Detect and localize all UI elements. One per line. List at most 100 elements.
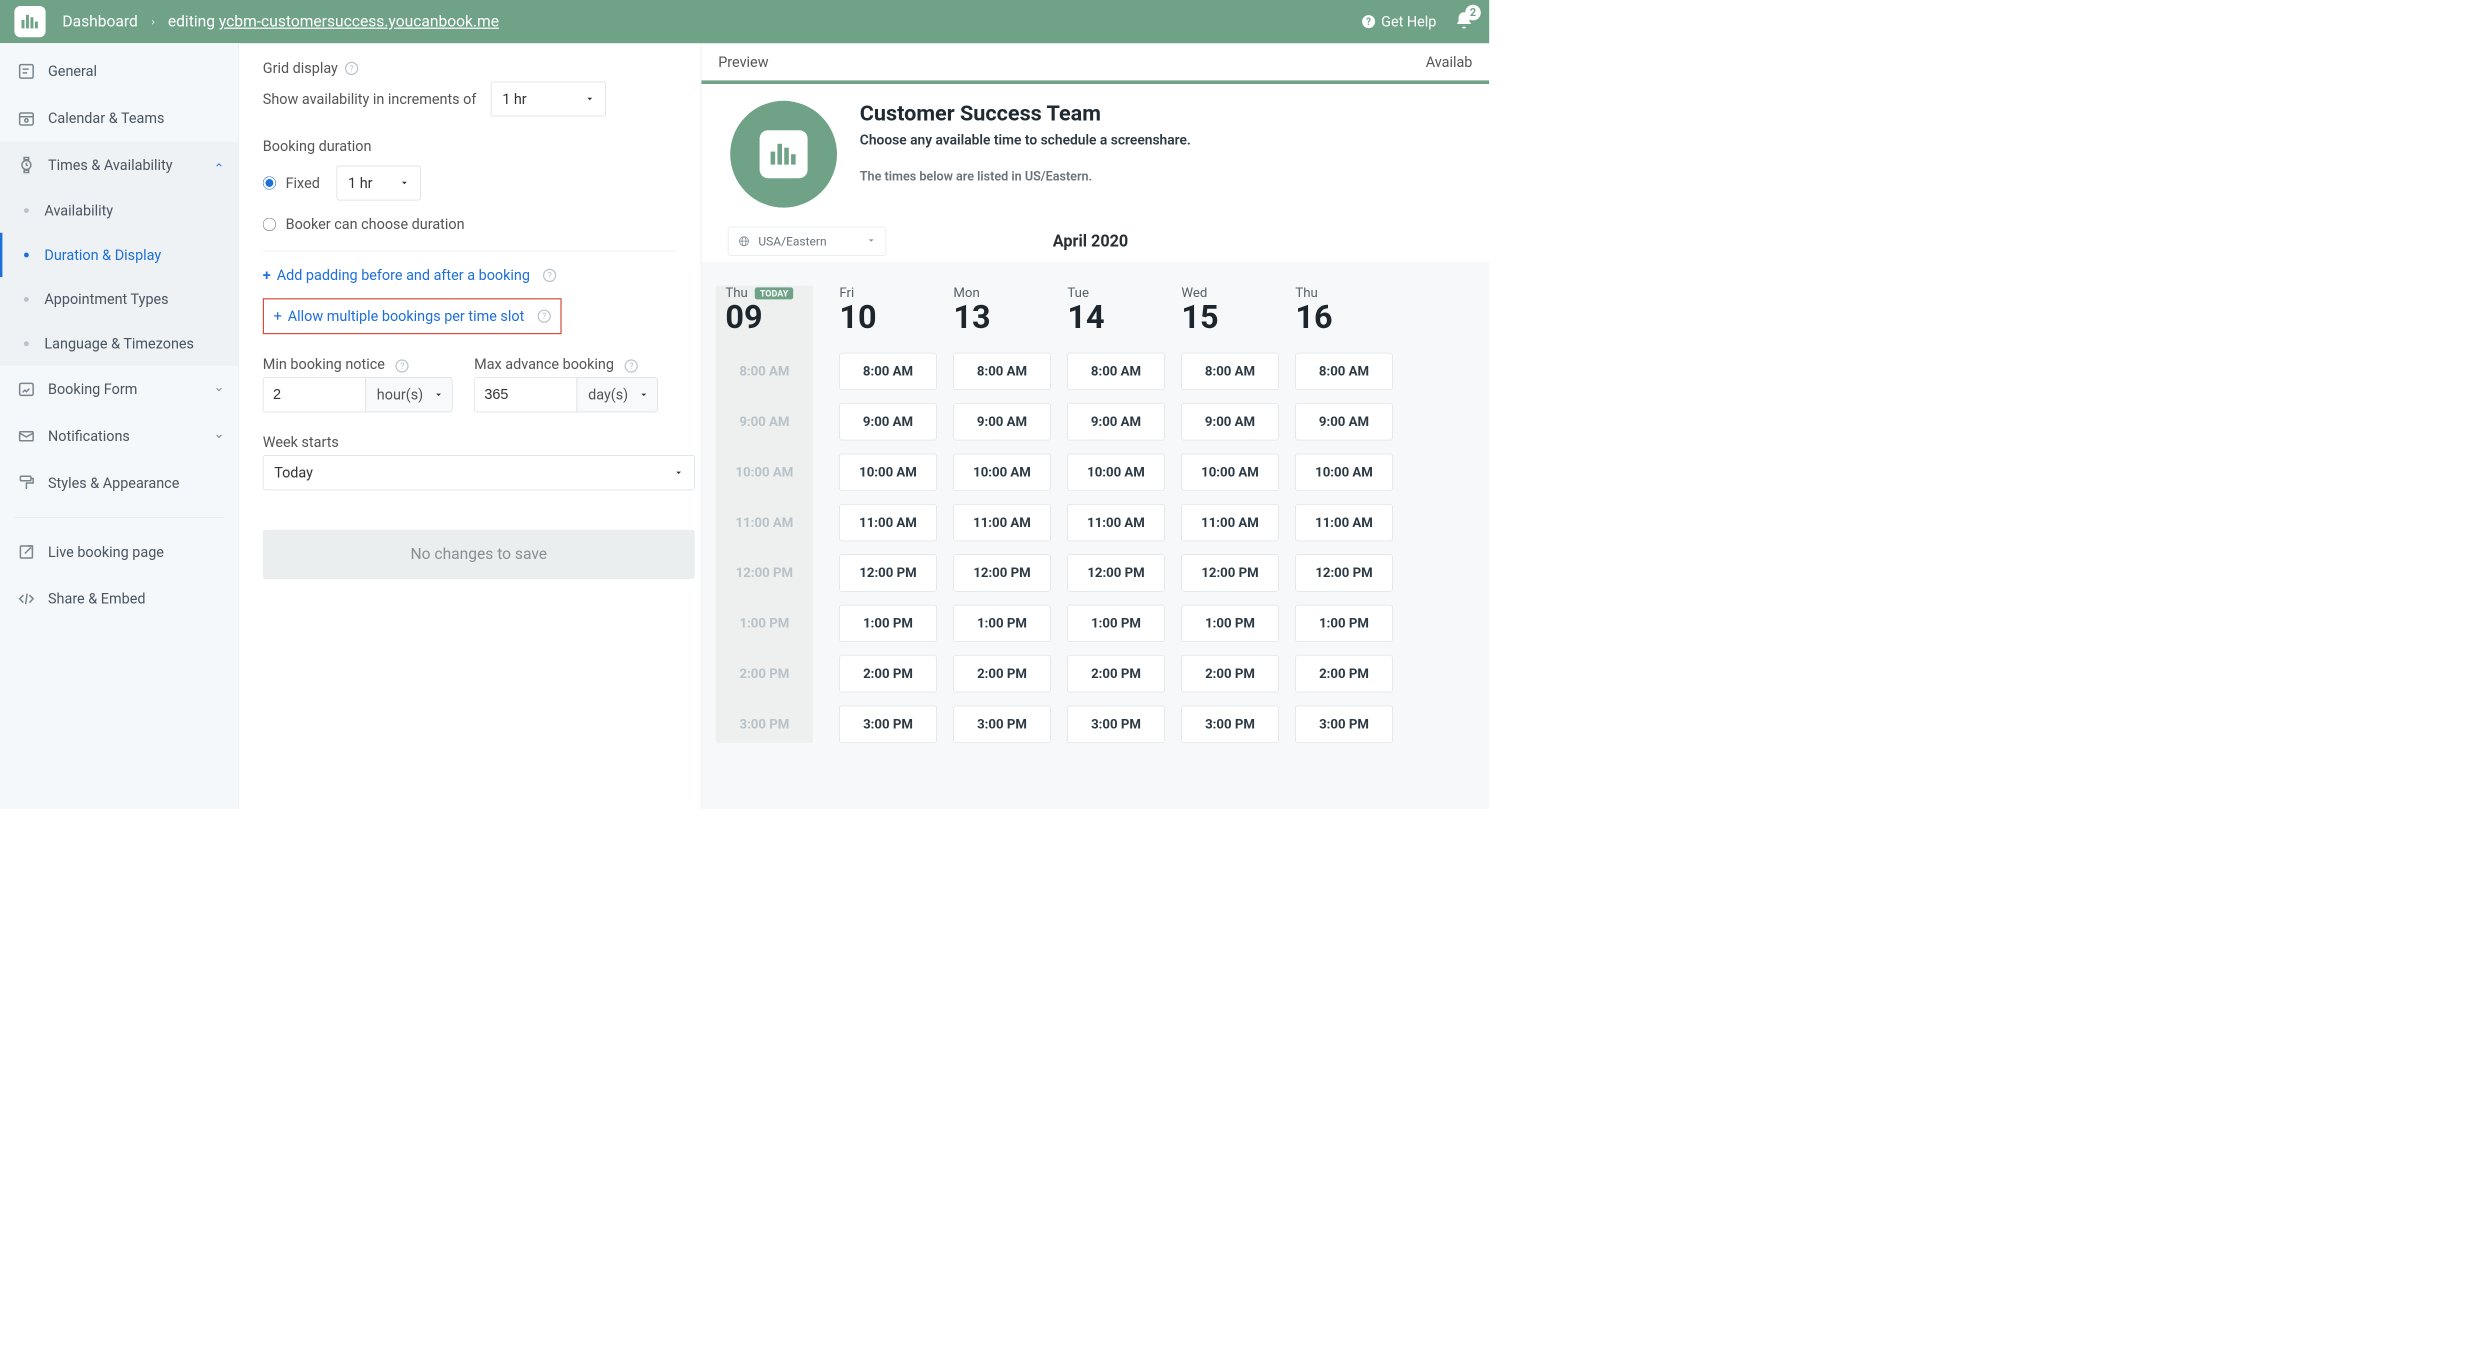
caret-down-icon	[639, 386, 649, 403]
time-slot[interactable]: 10:00 AM	[1067, 454, 1164, 491]
caret-down-icon	[434, 386, 444, 403]
today-badge: TODAY	[755, 287, 793, 299]
time-slot: 3:00 PM	[723, 706, 806, 743]
time-slot[interactable]: 2:00 PM	[1181, 655, 1278, 692]
breadcrumb-dashboard[interactable]: Dashboard	[62, 13, 137, 31]
get-help-link[interactable]: ? Get Help	[1361, 13, 1437, 30]
time-slot[interactable]: 11:00 AM	[839, 504, 936, 541]
sidebar-item-times-availability[interactable]: Times & Availability	[0, 142, 238, 189]
week-starts-label: Week starts	[263, 434, 677, 451]
time-slot[interactable]: 11:00 AM	[1295, 504, 1392, 541]
time-slot[interactable]: 9:00 AM	[1295, 403, 1392, 440]
timezone-select[interactable]: USA/Eastern	[728, 227, 886, 256]
max-advance-unit-select[interactable]: day(s)	[577, 378, 657, 412]
paintroller-icon	[14, 474, 38, 492]
add-padding-link[interactable]: + Add padding before and after a booking…	[263, 267, 677, 284]
preview-subtitle: Choose any available time to schedule a …	[860, 132, 1191, 148]
sidebar-sub-appointment-types[interactable]: Appointment Types	[0, 277, 238, 321]
booking-duration-heading: Booking duration	[263, 138, 677, 155]
time-slot[interactable]: 1:00 PM	[839, 605, 936, 642]
sidebar-item-styles-appearance[interactable]: Styles & Appearance	[0, 460, 238, 507]
sidebar-sub-availability[interactable]: Availability	[0, 188, 238, 232]
time-slot[interactable]: 2:00 PM	[839, 655, 936, 692]
time-slot[interactable]: 8:00 AM	[839, 353, 936, 390]
allow-multiple-bookings-link[interactable]: + Allow multiple bookings per time slot …	[263, 298, 562, 334]
help-circle-icon[interactable]: ?	[625, 359, 638, 372]
time-slot: 8:00 AM	[723, 353, 806, 390]
time-slot[interactable]: 12:00 PM	[1295, 554, 1392, 591]
sidebar-item-notifications[interactable]: Notifications	[0, 413, 238, 460]
sidebar-sub-language-timezones[interactable]: Language & Timezones	[0, 322, 238, 366]
time-slot[interactable]: 2:00 PM	[1295, 655, 1392, 692]
time-slot[interactable]: 11:00 AM	[953, 504, 1050, 541]
time-slot[interactable]: 2:00 PM	[953, 655, 1050, 692]
time-slot[interactable]: 12:00 PM	[839, 554, 936, 591]
help-circle-icon[interactable]: ?	[396, 359, 409, 372]
time-slot[interactable]: 10:00 AM	[1295, 454, 1392, 491]
booker-choose-radio[interactable]: Booker can choose duration	[263, 216, 677, 233]
min-notice-input[interactable]	[263, 378, 365, 412]
booking-url-link[interactable]: ycbm-customersuccess.youcanbook.me	[219, 13, 499, 31]
fixed-duration-radio[interactable]: Fixed 1 hr	[263, 166, 677, 201]
sidebar-item-booking-form[interactable]: Booking Form	[0, 366, 238, 413]
help-circle-icon[interactable]: ?	[345, 62, 358, 75]
time-slot[interactable]: 1:00 PM	[953, 605, 1050, 642]
time-slot: 10:00 AM	[723, 454, 806, 491]
time-slot[interactable]: 10:00 AM	[839, 454, 936, 491]
sidebar-item-live-page[interactable]: Live booking page	[0, 529, 238, 576]
month-label: April 2020	[886, 232, 1295, 251]
time-slot[interactable]: 8:00 AM	[1067, 353, 1164, 390]
time-slot[interactable]: 3:00 PM	[1181, 706, 1278, 743]
time-slot[interactable]: 2:00 PM	[1067, 655, 1164, 692]
time-slot[interactable]: 12:00 PM	[953, 554, 1050, 591]
watch-icon	[14, 156, 38, 174]
sidebar-item-calendar-teams[interactable]: Calendar & Teams	[0, 95, 238, 142]
time-slot[interactable]: 11:00 AM	[1067, 504, 1164, 541]
time-slot[interactable]: 9:00 AM	[1181, 403, 1278, 440]
sidebar-item-general[interactable]: General	[0, 48, 238, 95]
help-circle-icon: ?	[1361, 14, 1377, 30]
time-slot[interactable]: 9:00 AM	[1067, 403, 1164, 440]
time-slot[interactable]: 1:00 PM	[1295, 605, 1392, 642]
app-logo[interactable]	[14, 6, 45, 37]
time-slot[interactable]: 3:00 PM	[1067, 706, 1164, 743]
time-slot[interactable]: 8:00 AM	[1181, 353, 1278, 390]
time-slot: 9:00 AM	[723, 403, 806, 440]
fixed-duration-select[interactable]: 1 hr	[337, 166, 421, 201]
time-slot[interactable]: 10:00 AM	[953, 454, 1050, 491]
time-slot[interactable]: 9:00 AM	[953, 403, 1050, 440]
time-slot[interactable]: 3:00 PM	[839, 706, 936, 743]
increments-label: Show availability in increments of	[263, 91, 477, 108]
help-circle-icon[interactable]: ?	[537, 310, 550, 323]
caret-down-icon	[400, 175, 410, 192]
preview-timezone-note: The times below are listed in US/Eastern…	[860, 170, 1191, 184]
max-advance-input[interactable]	[475, 378, 577, 412]
sidebar-label: Duration & Display	[44, 247, 161, 264]
time-slot[interactable]: 9:00 AM	[839, 403, 936, 440]
caret-down-icon	[866, 234, 876, 248]
increments-select[interactable]: 1 hr	[491, 82, 606, 117]
time-slot[interactable]: 3:00 PM	[1295, 706, 1392, 743]
sidebar-sub-duration-display[interactable]: Duration & Display	[0, 233, 238, 277]
preview-panel: Preview Availab Customer	[701, 43, 1489, 809]
avatar-logo-icon	[760, 130, 808, 178]
availability-tab[interactable]: Availab	[1426, 54, 1473, 71]
time-slot[interactable]: 11:00 AM	[1181, 504, 1278, 541]
time-slot[interactable]: 10:00 AM	[1181, 454, 1278, 491]
calendar-day-column: Thu168:00 AM9:00 AM10:00 AM11:00 AM12:00…	[1295, 286, 1392, 743]
time-slot[interactable]: 8:00 AM	[1295, 353, 1392, 390]
time-slot[interactable]: 3:00 PM	[953, 706, 1050, 743]
time-slot[interactable]: 12:00 PM	[1067, 554, 1164, 591]
help-circle-icon[interactable]: ?	[543, 269, 556, 282]
time-slot[interactable]: 12:00 PM	[1181, 554, 1278, 591]
sidebar-item-share-embed[interactable]: Share & Embed	[0, 575, 238, 622]
preview-tab[interactable]: Preview	[718, 54, 768, 71]
max-advance-label: Max advance booking ?	[474, 356, 657, 373]
min-notice-unit-select[interactable]: hour(s)	[365, 378, 452, 412]
time-slot[interactable]: 1:00 PM	[1067, 605, 1164, 642]
time-slot[interactable]: 1:00 PM	[1181, 605, 1278, 642]
sidebar-label: Notifications	[48, 428, 130, 445]
time-slot[interactable]: 8:00 AM	[953, 353, 1050, 390]
notifications-bell[interactable]: 2	[1453, 10, 1475, 34]
week-starts-select[interactable]: Today	[263, 455, 695, 490]
